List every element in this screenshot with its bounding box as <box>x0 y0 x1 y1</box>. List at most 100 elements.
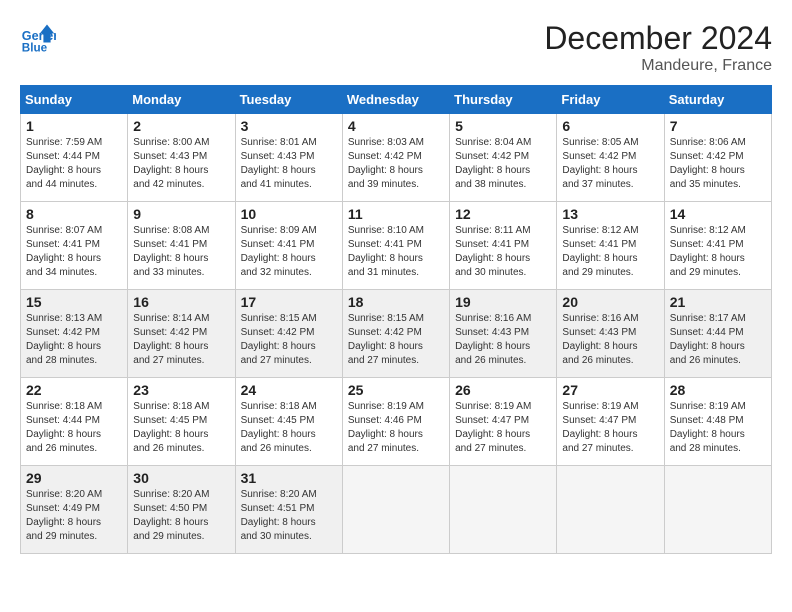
cell-data: Sunrise: 8:20 AM Sunset: 4:49 PM Dayligh… <box>26 488 122 544</box>
calendar-cell: 18 Sunrise: 8:15 AM Sunset: 4:42 PM Dayli… <box>342 290 449 378</box>
day-number: 30 <box>133 470 229 486</box>
day-number: 4 <box>348 118 444 134</box>
day-number: 15 <box>26 294 122 310</box>
day-header-wednesday: Wednesday <box>342 86 449 114</box>
calendar-cell: 19 Sunrise: 8:16 AM Sunset: 4:43 PM Dayli… <box>450 290 557 378</box>
calendar-cell: 20 Sunrise: 8:16 AM Sunset: 4:43 PM Dayli… <box>557 290 664 378</box>
day-number: 11 <box>348 206 444 222</box>
calendar-cell: 27 Sunrise: 8:19 AM Sunset: 4:47 PM Dayli… <box>557 378 664 466</box>
day-number: 31 <box>241 470 337 486</box>
calendar-cell: 24Sunrise: 8:18 AM Sunset: 4:45 PM Dayli… <box>235 378 342 466</box>
calendar-cell <box>557 466 664 554</box>
calendar-cell: 5 Sunrise: 8:04 AM Sunset: 4:42 PM Daylig… <box>450 114 557 202</box>
calendar-cell: 8Sunrise: 8:07 AM Sunset: 4:41 PM Daylig… <box>21 202 128 290</box>
day-number: 16 <box>133 294 229 310</box>
calendar-cell: 16 Sunrise: 8:14 AM Sunset: 4:42 PM Dayli… <box>128 290 235 378</box>
calendar-cell: 23 Sunrise: 8:18 AM Sunset: 4:45 PM Dayli… <box>128 378 235 466</box>
day-number: 28 <box>670 382 766 398</box>
calendar-cell: 6Sunrise: 8:05 AM Sunset: 4:42 PM Daylig… <box>557 114 664 202</box>
calendar-cell: 9Sunrise: 8:08 AM Sunset: 4:41 PM Daylig… <box>128 202 235 290</box>
day-number: 2 <box>133 118 229 134</box>
svg-text:Blue: Blue <box>22 42 48 55</box>
calendar-cell <box>450 466 557 554</box>
cell-data: Sunrise: 7:59 AM Sunset: 4:44 PM Dayligh… <box>26 136 122 192</box>
cell-data: Sunrise: 8:12 AM Sunset: 4:41 PM Dayligh… <box>670 224 766 280</box>
cell-data: Sunrise: 8:16 AM Sunset: 4:43 PM Dayligh… <box>562 312 658 368</box>
calendar-cell: 22Sunrise: 8:18 AM Sunset: 4:44 PM Dayli… <box>21 378 128 466</box>
cell-data: Sunrise: 8:19 AM Sunset: 4:47 PM Dayligh… <box>562 400 658 456</box>
day-number: 23 <box>133 382 229 398</box>
calendar-cell: 13 Sunrise: 8:12 AM Sunset: 4:41 PM Dayli… <box>557 202 664 290</box>
day-number: 26 <box>455 382 551 398</box>
cell-data: Sunrise: 8:00 AM Sunset: 4:43 PM Dayligh… <box>133 136 229 192</box>
cell-data: Sunrise: 8:01 AM Sunset: 4:43 PM Dayligh… <box>241 136 337 192</box>
cell-data: Sunrise: 8:04 AM Sunset: 4:42 PM Dayligh… <box>455 136 551 192</box>
day-number: 25 <box>348 382 444 398</box>
calendar-cell: 28 Sunrise: 8:19 AM Sunset: 4:48 PM Dayli… <box>664 378 771 466</box>
day-header-friday: Friday <box>557 86 664 114</box>
cell-data: Sunrise: 8:09 AM Sunset: 4:41 PM Dayligh… <box>241 224 337 280</box>
cell-data: Sunrise: 8:03 AM Sunset: 4:42 PM Dayligh… <box>348 136 444 192</box>
day-number: 27 <box>562 382 658 398</box>
calendar-cell: 26 Sunrise: 8:19 AM Sunset: 4:47 PM Dayli… <box>450 378 557 466</box>
calendar-cell: 1 Sunrise: 7:59 AM Sunset: 4:44 PM Daylig… <box>21 114 128 202</box>
calendar-cell: 11 Sunrise: 8:10 AM Sunset: 4:41 PM Dayli… <box>342 202 449 290</box>
cell-data: Sunrise: 8:18 AM Sunset: 4:45 PM Dayligh… <box>241 400 337 456</box>
cell-data: Sunrise: 8:18 AM Sunset: 4:45 PM Dayligh… <box>133 400 229 456</box>
calendar-cell <box>664 466 771 554</box>
cell-data: Sunrise: 8:19 AM Sunset: 4:46 PM Dayligh… <box>348 400 444 456</box>
day-number: 17 <box>241 294 337 310</box>
day-header-sunday: Sunday <box>21 86 128 114</box>
title-block: December 2024 Mandeure, France <box>544 20 772 75</box>
calendar-cell: 31 Sunrise: 8:20 AM Sunset: 4:51 PM Dayli… <box>235 466 342 554</box>
cell-data: Sunrise: 8:20 AM Sunset: 4:51 PM Dayligh… <box>241 488 337 544</box>
header-row: SundayMondayTuesdayWednesdayThursdayFrid… <box>21 86 772 114</box>
day-number: 19 <box>455 294 551 310</box>
day-header-tuesday: Tuesday <box>235 86 342 114</box>
calendar-cell: 14 Sunrise: 8:12 AM Sunset: 4:41 PM Dayli… <box>664 202 771 290</box>
location: Mandeure, France <box>544 57 772 75</box>
cell-data: Sunrise: 8:10 AM Sunset: 4:41 PM Dayligh… <box>348 224 444 280</box>
logo: General Blue <box>20 20 56 56</box>
day-number: 18 <box>348 294 444 310</box>
calendar-cell <box>342 466 449 554</box>
cell-data: Sunrise: 8:15 AM Sunset: 4:42 PM Dayligh… <box>241 312 337 368</box>
cell-data: Sunrise: 8:12 AM Sunset: 4:41 PM Dayligh… <box>562 224 658 280</box>
calendar-cell: 21 Sunrise: 8:17 AM Sunset: 4:44 PM Dayli… <box>664 290 771 378</box>
calendar-cell: 15Sunrise: 8:13 AM Sunset: 4:42 PM Dayli… <box>21 290 128 378</box>
day-number: 6 <box>562 118 658 134</box>
cell-data: Sunrise: 8:14 AM Sunset: 4:42 PM Dayligh… <box>133 312 229 368</box>
day-number: 8 <box>26 206 122 222</box>
day-number: 10 <box>241 206 337 222</box>
calendar-cell: 10 Sunrise: 8:09 AM Sunset: 4:41 PM Dayli… <box>235 202 342 290</box>
day-number: 5 <box>455 118 551 134</box>
cell-data: Sunrise: 8:16 AM Sunset: 4:43 PM Dayligh… <box>455 312 551 368</box>
calendar-cell: 25 Sunrise: 8:19 AM Sunset: 4:46 PM Dayli… <box>342 378 449 466</box>
calendar-cell: 12 Sunrise: 8:11 AM Sunset: 4:41 PM Dayli… <box>450 202 557 290</box>
day-number: 12 <box>455 206 551 222</box>
day-number: 20 <box>562 294 658 310</box>
cell-data: Sunrise: 8:11 AM Sunset: 4:41 PM Dayligh… <box>455 224 551 280</box>
cell-data: Sunrise: 8:20 AM Sunset: 4:50 PM Dayligh… <box>133 488 229 544</box>
cell-data: Sunrise: 8:18 AM Sunset: 4:44 PM Dayligh… <box>26 400 122 456</box>
cell-data: Sunrise: 8:19 AM Sunset: 4:48 PM Dayligh… <box>670 400 766 456</box>
month-title: December 2024 <box>544 20 772 57</box>
cell-data: Sunrise: 8:19 AM Sunset: 4:47 PM Dayligh… <box>455 400 551 456</box>
day-header-thursday: Thursday <box>450 86 557 114</box>
calendar-cell: 4 Sunrise: 8:03 AM Sunset: 4:42 PM Daylig… <box>342 114 449 202</box>
cell-data: Sunrise: 8:06 AM Sunset: 4:42 PM Dayligh… <box>670 136 766 192</box>
day-number: 21 <box>670 294 766 310</box>
calendar-cell: 3Sunrise: 8:01 AM Sunset: 4:43 PM Daylig… <box>235 114 342 202</box>
day-header-monday: Monday <box>128 86 235 114</box>
cell-data: Sunrise: 8:08 AM Sunset: 4:41 PM Dayligh… <box>133 224 229 280</box>
calendar-cell: 29Sunrise: 8:20 AM Sunset: 4:49 PM Dayli… <box>21 466 128 554</box>
cell-data: Sunrise: 8:17 AM Sunset: 4:44 PM Dayligh… <box>670 312 766 368</box>
day-number: 13 <box>562 206 658 222</box>
day-number: 1 <box>26 118 122 134</box>
cell-data: Sunrise: 8:15 AM Sunset: 4:42 PM Dayligh… <box>348 312 444 368</box>
day-number: 14 <box>670 206 766 222</box>
calendar-table: SundayMondayTuesdayWednesdayThursdayFrid… <box>20 85 772 554</box>
calendar-cell: 7 Sunrise: 8:06 AM Sunset: 4:42 PM Daylig… <box>664 114 771 202</box>
day-number: 7 <box>670 118 766 134</box>
day-header-saturday: Saturday <box>664 86 771 114</box>
